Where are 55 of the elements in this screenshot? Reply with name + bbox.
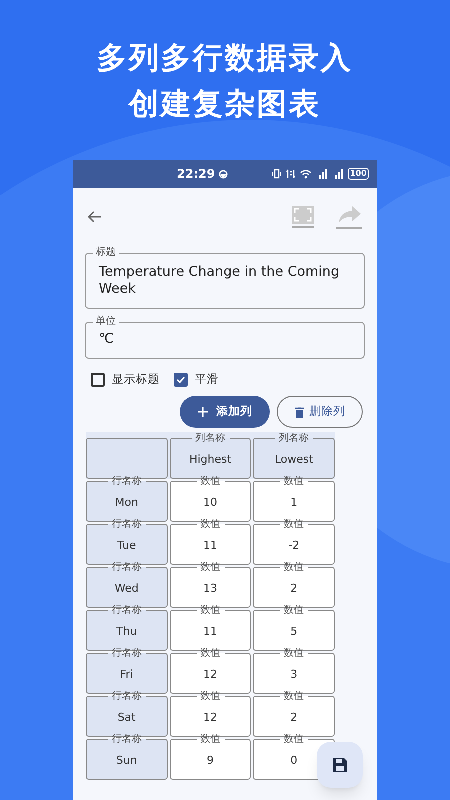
cell-value: Lowest — [274, 453, 314, 467]
plus-icon — [198, 407, 208, 417]
cell-value: Wed — [114, 582, 139, 596]
cell-value: 11 — [204, 625, 218, 639]
vibrate-icon — [272, 169, 282, 179]
save-button[interactable] — [317, 742, 363, 788]
cell-value: 12 — [204, 711, 218, 725]
cell-value: Sat — [118, 711, 136, 725]
checkbox-label: 显示标题 — [112, 371, 160, 388]
cell-value: 0 — [290, 754, 298, 768]
field-value: Temperature Change in the Coming Week — [99, 264, 341, 298]
status-time: 22:29 — [177, 166, 216, 183]
cell-value: 2 — [290, 711, 298, 725]
add-column-button[interactable]: 添加列 — [180, 396, 270, 428]
title-field[interactable]: 标题 Temperature Change in the Coming Week — [85, 246, 365, 309]
status-icon — [219, 170, 228, 178]
battery-level: 100 — [348, 168, 369, 180]
check-icon — [176, 375, 186, 385]
trash-icon — [294, 406, 304, 418]
cell-label: 列名称 — [194, 432, 226, 445]
cell-value: Mon — [115, 496, 138, 510]
checkbox-label: 平滑 — [195, 371, 219, 388]
cell-value: 1 — [290, 496, 298, 510]
cell-value: 11 — [204, 539, 218, 553]
checkbox[interactable] — [91, 373, 105, 387]
wifi-icon — [300, 169, 312, 179]
field-value: ℃ — [99, 331, 116, 348]
cell-value: 9 — [207, 754, 214, 768]
cell-value: 2 — [290, 582, 298, 596]
signal-icon — [332, 169, 344, 179]
signal-icon — [316, 169, 328, 179]
cell-value: 12 — [204, 668, 218, 682]
back-icon[interactable] — [87, 209, 103, 225]
unit-field[interactable]: 单位 ℃ — [85, 315, 365, 359]
field-label: 标题 — [95, 246, 117, 260]
row-name-field[interactable]: 行名称 Sun — [86, 733, 168, 780]
save-icon — [332, 757, 348, 773]
cell-value: Fri — [120, 668, 134, 682]
cell-label: 行名称 — [110, 475, 143, 488]
cell-value: Highest — [189, 453, 232, 467]
cell-value: 5 — [290, 625, 298, 639]
field-label: 单位 — [95, 315, 117, 329]
cell-value: 10 — [204, 496, 218, 510]
cell-value: -2 — [288, 539, 300, 553]
cell-value: 3 — [290, 668, 298, 682]
delete-column-button[interactable]: 删除列 — [277, 396, 363, 428]
cell-value: Sun — [116, 754, 138, 768]
cell-value: 13 — [204, 582, 218, 596]
cell-value: Thu — [116, 625, 138, 639]
headline: 多列多行数据录入 — [97, 40, 353, 78]
cell-label: 列名称 — [278, 432, 310, 445]
checkbox[interactable] — [174, 373, 188, 387]
value-field[interactable]: 数值 9 — [170, 733, 252, 780]
headline: 创建复杂图表 — [129, 86, 321, 124]
cell-value: Tue — [117, 539, 136, 553]
